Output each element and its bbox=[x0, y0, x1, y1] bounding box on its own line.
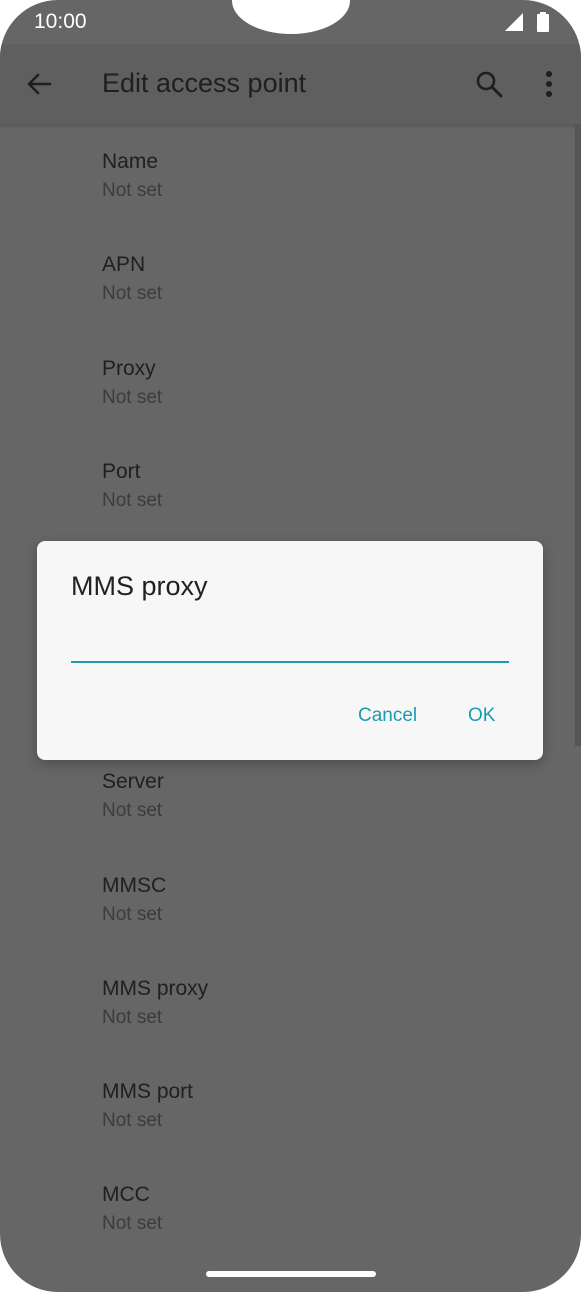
list-item-title: MCC bbox=[102, 1183, 150, 1206]
list-item-value: Not set bbox=[102, 180, 163, 201]
device-screen: 10:00 Edit access point Name Not set APN… bbox=[0, 0, 581, 1292]
list-item-title: MMS port bbox=[102, 1080, 194, 1103]
list-item-value: Not set bbox=[102, 490, 163, 511]
list-item-title: MMS proxy bbox=[102, 977, 209, 1000]
list-item-port[interactable]: Port Not set bbox=[102, 459, 542, 539]
list-item-mms-port[interactable]: MMS port Not set bbox=[102, 1079, 542, 1159]
more-options-icon[interactable] bbox=[536, 69, 562, 99]
app-bar: Edit access point bbox=[0, 44, 581, 124]
mms-proxy-input[interactable] bbox=[71, 631, 509, 663]
ok-button[interactable]: OK bbox=[460, 701, 503, 731]
list-item-value: Not set bbox=[102, 1007, 163, 1028]
scrollbar[interactable] bbox=[575, 124, 581, 746]
list-item-mms-proxy[interactable]: MMS proxy Not set bbox=[102, 976, 542, 1056]
list-item-value: Not set bbox=[102, 387, 163, 408]
list-item-value: Not set bbox=[102, 1110, 163, 1131]
page-title: Edit access point bbox=[102, 68, 307, 98]
list-item-title: Name bbox=[102, 150, 159, 173]
list-item-value: Not set bbox=[102, 283, 163, 304]
status-time: 10:00 bbox=[34, 10, 87, 33]
list-item-title: Server bbox=[102, 770, 164, 793]
dialog-title: MMS proxy bbox=[71, 571, 208, 601]
list-item-apn[interactable]: APN Not set bbox=[102, 252, 542, 332]
list-item-mcc[interactable]: MCC Not set bbox=[102, 1182, 542, 1262]
list-item-name[interactable]: Name Not set bbox=[102, 149, 542, 229]
list-item-value: Not set bbox=[102, 904, 163, 925]
home-gesture-bar[interactable] bbox=[206, 1271, 376, 1277]
list-item-title: MMSC bbox=[102, 874, 167, 897]
signal-icon bbox=[505, 13, 523, 31]
camera-notch bbox=[232, 0, 350, 34]
list-item-mmsc[interactable]: MMSC Not set bbox=[102, 873, 542, 953]
status-icons bbox=[505, 12, 549, 32]
mms-proxy-dialog: MMS proxy Cancel OK bbox=[37, 541, 543, 760]
search-icon[interactable] bbox=[474, 69, 504, 99]
list-item-value: Not set bbox=[102, 800, 163, 821]
list-item-title: Port bbox=[102, 460, 141, 483]
list-item-title: Proxy bbox=[102, 357, 156, 380]
list-item-server[interactable]: Server Not set bbox=[102, 769, 542, 849]
back-arrow-icon[interactable] bbox=[24, 69, 54, 99]
list-item-title: APN bbox=[102, 253, 146, 276]
cancel-button[interactable]: Cancel bbox=[350, 701, 425, 731]
battery-icon bbox=[537, 12, 549, 32]
list-item-value: Not set bbox=[102, 1213, 163, 1234]
list-item-proxy[interactable]: Proxy Not set bbox=[102, 356, 542, 436]
